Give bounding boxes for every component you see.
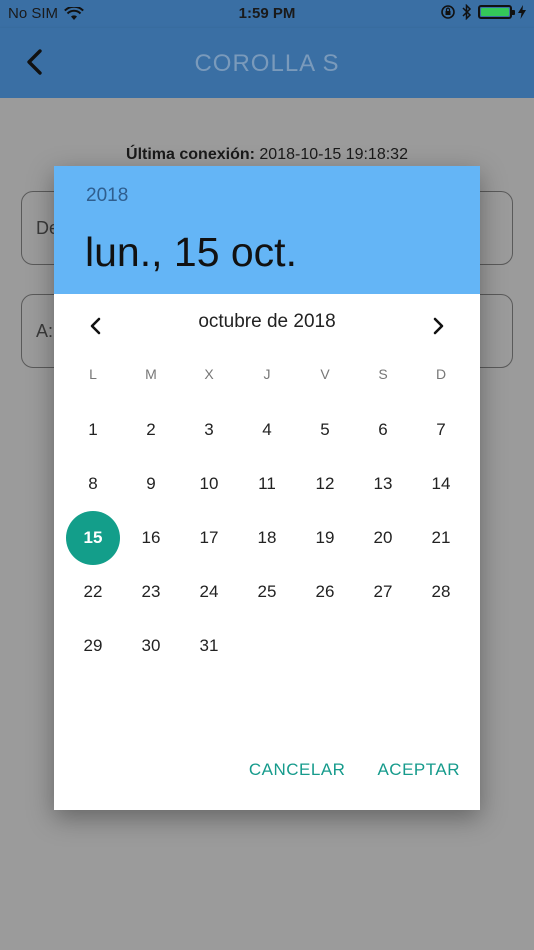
calendar-day-number: 8	[88, 474, 98, 493]
calendar-day-number: 7	[436, 420, 446, 439]
calendar-day[interactable]: 7	[412, 403, 470, 457]
calendar-day-grid: 1 2 3 4 5 6 7 8 9 10 11 12 13 14 15 16 17 18 19 20 21 22 23 24 2…	[64, 403, 470, 673]
calendar-day[interactable]: 5	[296, 403, 354, 457]
calendar-day-number: 11	[258, 474, 276, 493]
calendar-day[interactable]: 29	[64, 619, 122, 673]
calendar-day[interactable]: 18	[238, 511, 296, 565]
calendar-day-number: 16	[141, 528, 161, 547]
month-navigation: octubre de 2018	[54, 294, 480, 354]
calendar-day[interactable]: 30	[122, 619, 180, 673]
calendar-day[interactable]: 26	[296, 565, 354, 619]
calendar-day-number: 27	[373, 582, 393, 601]
status-right	[440, 4, 526, 20]
calendar-day[interactable]: 20	[354, 511, 412, 565]
calendar-day[interactable]: 25	[238, 565, 296, 619]
weekday-label: M	[145, 366, 157, 382]
calendar-day[interactable]: 31	[180, 619, 238, 673]
dialog-header: 2018 lun., 15 oct.	[54, 166, 480, 294]
calendar-day-number: 20	[373, 528, 393, 547]
calendar-day[interactable]: 3	[180, 403, 238, 457]
selected-year[interactable]: 2018	[86, 185, 128, 207]
cancel-button[interactable]: CANCELAR	[249, 760, 346, 780]
calendar-day-number: 18	[257, 528, 277, 547]
calendar-day-selected[interactable]: 15	[64, 511, 122, 565]
calendar-day[interactable]: 13	[354, 457, 412, 511]
calendar-day[interactable]: 23	[122, 565, 180, 619]
calendar-day-number: 14	[431, 474, 451, 493]
calendar-day-number: 21	[431, 528, 451, 547]
status-bar: No SIM 1:59 PM	[0, 0, 534, 28]
calendar-day[interactable]: 16	[122, 511, 180, 565]
last-connection-text: Última conexión: 2018-10-15 19:18:32	[0, 146, 534, 164]
calendar-day[interactable]: 14	[412, 457, 470, 511]
date-picker-dialog: 2018 lun., 15 oct. octubre de 2018 L M X…	[54, 166, 480, 810]
calendar-day-number: 24	[199, 582, 219, 601]
weekday-label: S	[378, 366, 388, 382]
bluetooth-icon	[462, 4, 472, 20]
calendar-day-number: 3	[204, 420, 214, 439]
calendar-day[interactable]: 8	[64, 457, 122, 511]
weekday-label: D	[435, 366, 447, 382]
calendar-day-number: 25	[257, 582, 277, 601]
weekday-label: J	[263, 366, 271, 382]
calendar-day[interactable]: 11	[238, 457, 296, 511]
calendar-day[interactable]: 28	[412, 565, 470, 619]
calendar-day[interactable]: 9	[122, 457, 180, 511]
dialog-actions: CANCELAR ACEPTAR	[249, 760, 460, 780]
last-connection-value: 2018-10-15 19:18:32	[259, 146, 408, 163]
calendar-day-number: 17	[199, 528, 219, 547]
calendar-day[interactable]: 1	[64, 403, 122, 457]
calendar-day-number: 2	[146, 420, 156, 439]
calendar-day-number: 28	[431, 582, 451, 601]
calendar-day-number: 4	[262, 420, 272, 439]
calendar-day-number: 5	[320, 420, 330, 439]
calendar-day-number: 29	[83, 636, 103, 655]
orientation-lock-icon	[441, 5, 455, 19]
calendar-day-number: 6	[378, 420, 388, 439]
calendar-day-number: 19	[315, 528, 335, 547]
calendar-day[interactable]: 12	[296, 457, 354, 511]
calendar-day[interactable]: 24	[180, 565, 238, 619]
weekday-label: V	[320, 366, 330, 382]
month-label: octubre de 2018	[198, 311, 336, 332]
calendar-day[interactable]: 19	[296, 511, 354, 565]
calendar-day[interactable]: 21	[412, 511, 470, 565]
calendar-day-number: 1	[88, 420, 98, 439]
calendar-day[interactable]: 22	[64, 565, 122, 619]
last-connection-label: Última conexión:	[126, 146, 255, 163]
calendar-day-number: 13	[373, 474, 393, 493]
calendar-day[interactable]: 17	[180, 511, 238, 565]
calendar-day[interactable]: 4	[238, 403, 296, 457]
calendar-day[interactable]: 27	[354, 565, 412, 619]
calendar-day-number: 12	[315, 474, 335, 493]
calendar-day-number: 15	[66, 511, 120, 565]
calendar-day-number: 22	[83, 582, 103, 601]
calendar-day-number: 26	[315, 582, 335, 601]
calendar-day[interactable]: 10	[180, 457, 238, 511]
weekday-label: X	[204, 366, 214, 382]
calendar-day-number: 23	[141, 582, 161, 601]
calendar-day-number: 31	[199, 636, 219, 655]
accept-button[interactable]: ACEPTAR	[377, 760, 460, 780]
calendar-day[interactable]: 2	[122, 403, 180, 457]
calendar-day[interactable]: 6	[354, 403, 412, 457]
charging-icon	[518, 5, 526, 19]
weekday-header: L M X J V S D	[64, 366, 470, 388]
navigation-bar: COROLLA S	[0, 28, 534, 98]
chevron-right-icon[interactable]	[426, 314, 450, 338]
selected-date[interactable]: lun., 15 oct.	[85, 229, 297, 276]
weekday-label: L	[89, 366, 97, 382]
date-to-placeholder: A:	[36, 321, 54, 341]
nav-title: COROLLA S	[194, 50, 340, 77]
calendar-day-number: 9	[146, 474, 156, 493]
calendar-day-number: 10	[199, 474, 219, 493]
battery-icon	[478, 5, 515, 19]
calendar-day-number: 30	[141, 636, 161, 655]
